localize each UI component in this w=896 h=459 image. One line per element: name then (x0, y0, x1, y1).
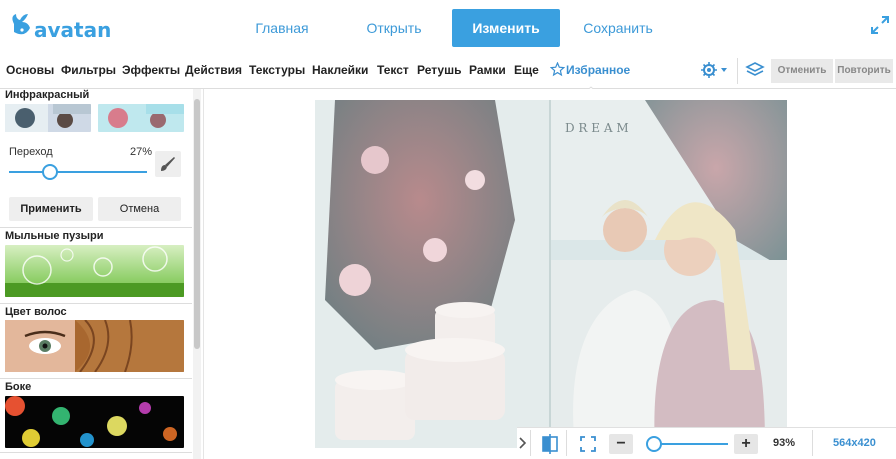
menu-divider (737, 58, 738, 84)
section-divider (0, 452, 192, 453)
plus-icon: + (741, 435, 751, 452)
fit-screen-icon[interactable] (580, 436, 596, 452)
cancel-button[interactable]: Отмена (98, 197, 181, 221)
menu-text[interactable]: Текст (377, 55, 409, 85)
bokeh-thumbnail[interactable] (5, 396, 184, 448)
menu-effects[interactable]: Эффекты (122, 55, 180, 85)
infrared-preview-original[interactable] (5, 104, 91, 132)
menu-frames[interactable]: Рамки (469, 55, 506, 85)
infrared-title: Инфракрасный (5, 89, 90, 101)
nav-edit[interactable]: Изменить (452, 9, 560, 47)
section-divider (0, 227, 192, 228)
hair-color-thumbnail[interactable] (5, 320, 184, 372)
undo-button[interactable]: Отменить (771, 59, 833, 83)
toolbar-divider (566, 430, 567, 456)
zoom-in-button[interactable]: + (734, 434, 758, 454)
transition-slider-handle[interactable] (42, 164, 58, 180)
brush-icon (161, 157, 175, 171)
bubbles-thumbnail[interactable] (5, 245, 184, 297)
image-dimensions[interactable]: 564x420 (833, 437, 876, 449)
minus-icon: − (616, 435, 626, 452)
transition-label: Переход (9, 146, 53, 158)
section-divider (0, 303, 192, 304)
menu-stickers[interactable]: Наклейки (312, 55, 368, 85)
effect-title-bubbles: Мыльные пузыри (5, 230, 104, 242)
brush-button[interactable] (155, 151, 181, 177)
effect-title-bokeh: Боке (5, 381, 32, 393)
top-bar: avatan Главная Открыть Изменить Сохранит… (0, 0, 896, 55)
logo-text: avatan (34, 18, 111, 42)
menu-filters[interactable]: Фильтры (61, 55, 116, 85)
collapse-arrow-icon[interactable] (518, 436, 528, 450)
transition-value: 27% (130, 146, 153, 158)
svg-text:D R E A M: D R E A M (565, 121, 629, 135)
sidebar-scrollbar[interactable] (193, 89, 201, 459)
menu-favorites[interactable]: Избранное (566, 55, 630, 85)
zoom-value: 93% (773, 437, 796, 449)
zoom-out-button[interactable]: − (609, 434, 633, 454)
edited-photo[interactable]: D R E A M (315, 100, 787, 448)
nav-open[interactable]: Открыть (344, 9, 444, 47)
settings-gear-icon[interactable] (700, 61, 730, 79)
transition-slider-track[interactable] (9, 171, 147, 173)
avatan-logo[interactable]: avatan (8, 10, 123, 44)
layers-icon[interactable] (744, 60, 766, 80)
menu-more[interactable]: Еще (514, 55, 539, 85)
scrollbar-thumb[interactable] (194, 99, 200, 349)
zoom-slider-handle[interactable] (646, 436, 662, 452)
menu-actions[interactable]: Действия (185, 55, 242, 85)
infrared-preview-filtered[interactable] (98, 104, 184, 132)
toolbar-divider (812, 430, 813, 456)
nav-home[interactable]: Главная (232, 9, 332, 47)
effect-title-hair-color: Цвет волос (5, 306, 67, 318)
compare-icon[interactable] (542, 434, 558, 454)
section-divider (0, 378, 192, 379)
redo-button[interactable]: Повторить (835, 59, 893, 83)
apply-button[interactable]: Применить (9, 197, 93, 221)
menu-retouch[interactable]: Ретушь (417, 55, 461, 85)
menu-textures[interactable]: Текстуры (249, 55, 305, 85)
toolbar-divider (530, 430, 531, 456)
star-icon (550, 62, 565, 77)
nav-save[interactable]: Сохранить (568, 9, 668, 47)
expand-icon[interactable] (869, 14, 891, 36)
menu-basics[interactable]: Основы (6, 55, 54, 85)
